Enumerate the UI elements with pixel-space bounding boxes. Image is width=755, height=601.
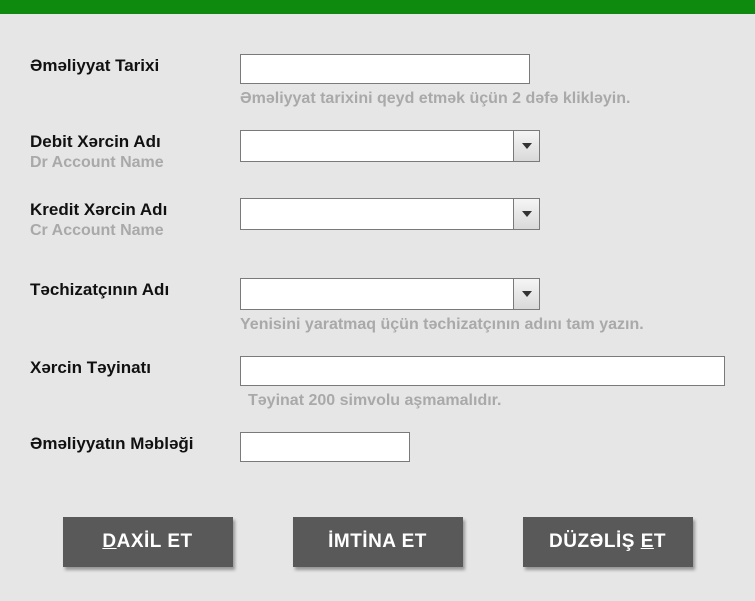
supplier-name-input[interactable]	[241, 279, 513, 309]
edit-button[interactable]: DÜZƏLİŞ ET	[523, 517, 693, 567]
field-col	[240, 432, 725, 462]
cancel-button[interactable]: İMTİNA ET	[293, 517, 463, 567]
row-debit-account: Debit Xərcin Adı Dr Account Name	[30, 130, 725, 172]
credit-account-label: Kredit Xərcin Adı	[30, 200, 240, 220]
field-col: Yenisini yaratmaq üçün təchizatçının adı…	[240, 278, 725, 348]
enter-button-accel: D	[102, 531, 116, 552]
chevron-down-icon	[522, 143, 532, 149]
transaction-date-label: Əməliyyat Tarixi	[30, 56, 240, 76]
debit-account-input[interactable]	[241, 131, 513, 161]
transaction-amount-input[interactable]	[240, 432, 410, 462]
row-credit-account: Kredit Xərcin Adı Cr Account Name	[30, 198, 725, 240]
edit-button-accel: E	[641, 531, 654, 552]
supplier-name-combo[interactable]	[240, 278, 540, 310]
cancel-button-text: İMTİNA ET	[328, 531, 427, 553]
form-window: Əməliyyat Tarixi Əməliyyat tarixini qeyd…	[0, 0, 755, 601]
debit-account-sublabel: Dr Account Name	[30, 154, 240, 172]
transaction-date-input[interactable]	[240, 54, 530, 84]
chevron-down-icon	[522, 211, 532, 217]
row-transaction-amount: Əməliyyatın Məbləği	[30, 432, 725, 462]
label-col: Xərcin Təyinatı	[30, 356, 240, 378]
label-col: Debit Xərcin Adı Dr Account Name	[30, 130, 240, 172]
transaction-date-hint: Əməliyyat tarixini qeyd etmək üçün 2 dəf…	[240, 90, 725, 108]
supplier-name-label: Təchizatçının Adı	[30, 280, 240, 300]
expense-purpose-label: Xərcin Təyinatı	[30, 358, 240, 378]
field-col: Təyinat 200 simvolu aşmamalıdır.	[240, 356, 725, 424]
label-col: Əməliyyatın Məbləği	[30, 432, 240, 454]
credit-account-combo[interactable]	[240, 198, 540, 230]
debit-account-combo[interactable]	[240, 130, 540, 162]
window-titlebar	[0, 0, 755, 14]
enter-button-text: AXİL ET	[117, 531, 193, 552]
field-col	[240, 198, 725, 230]
field-col: Əməliyyat tarixini qeyd etmək üçün 2 dəf…	[240, 54, 725, 122]
credit-account-dropdown-button[interactable]	[513, 199, 539, 229]
supplier-name-hint: Yenisini yaratmaq üçün təchizatçının adı…	[240, 316, 725, 334]
credit-account-sublabel: Cr Account Name	[30, 222, 240, 240]
field-col	[240, 130, 725, 162]
label-col: Əməliyyat Tarixi	[30, 54, 240, 76]
expense-purpose-hint: Təyinat 200 simvolu aşmamalıdır.	[240, 392, 725, 410]
enter-button[interactable]: DAXİL ET	[63, 517, 233, 567]
row-transaction-date: Əməliyyat Tarixi Əməliyyat tarixini qeyd…	[30, 54, 725, 122]
debit-account-dropdown-button[interactable]	[513, 131, 539, 161]
row-expense-purpose: Xərcin Təyinatı Təyinat 200 simvolu aşma…	[30, 356, 725, 424]
label-col: Təchizatçının Adı	[30, 278, 240, 300]
transaction-amount-label: Əməliyyatın Məbləği	[30, 434, 240, 454]
debit-account-label: Debit Xərcin Adı	[30, 132, 240, 152]
expense-purpose-input[interactable]	[240, 356, 725, 386]
form-area: Əməliyyat Tarixi Əməliyyat tarixini qeyd…	[0, 14, 755, 567]
row-supplier-name: Təchizatçının Adı Yenisini yaratmaq üçün…	[30, 278, 725, 348]
supplier-name-dropdown-button[interactable]	[513, 279, 539, 309]
button-row: DAXİL ET İMTİNA ET DÜZƏLİŞ ET	[30, 517, 725, 567]
credit-account-input[interactable]	[241, 199, 513, 229]
chevron-down-icon	[522, 291, 532, 297]
edit-button-text-pre: DÜZƏLİŞ	[549, 531, 641, 552]
label-col: Kredit Xərcin Adı Cr Account Name	[30, 198, 240, 240]
edit-button-text-post: T	[654, 531, 666, 552]
